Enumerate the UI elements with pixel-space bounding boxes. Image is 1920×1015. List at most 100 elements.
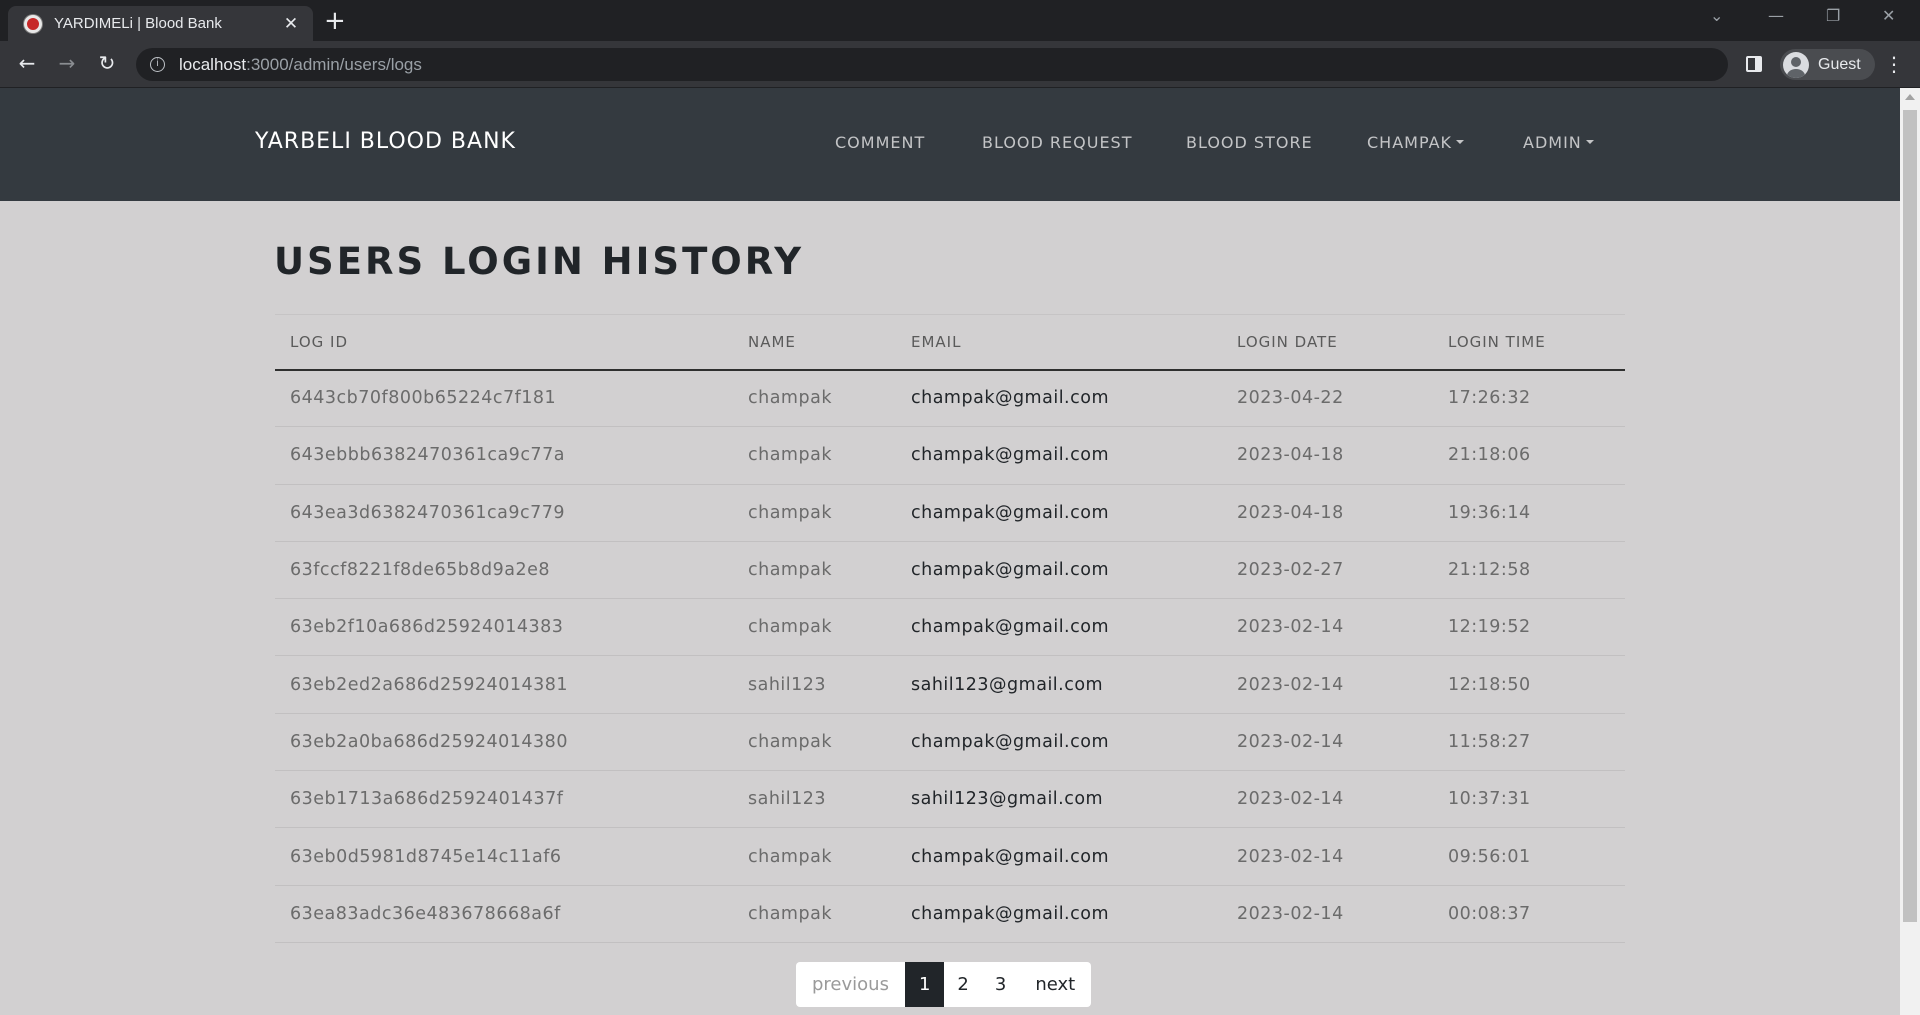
table-row: 63ea83adc36e483678668a6f champak champak… (275, 885, 1625, 943)
table-row: 643ea3d6382470361ca9c779 champak champak… (275, 484, 1625, 542)
page-1-button[interactable]: 1 (904, 962, 945, 1007)
profile-label: Guest (1818, 55, 1861, 73)
table-row: 63eb0d5981d8745e14c11af6 champak champak… (275, 827, 1625, 886)
side-panel-icon[interactable] (1746, 56, 1762, 72)
cell-login-date: 2023-02-14 (1222, 655, 1433, 714)
table-row: 63eb2a0ba686d25924014380 champak champak… (275, 713, 1625, 772)
browser-tab[interactable]: YARDIMELi | Blood Bank ✕ (8, 6, 313, 41)
cell-login-time: 21:18:06 (1433, 426, 1625, 485)
cell-name: sahil123 (733, 655, 896, 714)
cell-name: sahil123 (733, 770, 896, 829)
cell-log-id: 63eb0d5981d8745e14c11af6 (275, 827, 733, 886)
site-navbar: YARBELI BLOOD BANK COMMENT BLOOD REQUEST… (0, 88, 1900, 201)
cell-login-time: 12:19:52 (1433, 598, 1625, 657)
cell-email: champak@gmail.com (896, 713, 1222, 772)
table-row: 6443cb70f800b65224c7f181 champak champak… (275, 369, 1625, 428)
login-history-table: LOG ID NAME EMAIL LOGIN DATE LOGIN TIME … (275, 314, 1625, 943)
cell-login-time: 10:37:31 (1433, 770, 1625, 829)
header-email: EMAIL (896, 314, 1222, 371)
cell-name: champak (733, 541, 896, 600)
back-icon[interactable]: ← (14, 51, 40, 75)
header-login-date: LOGIN DATE (1222, 314, 1433, 371)
cell-login-date: 2023-02-14 (1222, 598, 1433, 657)
header-name: NAME (733, 314, 896, 371)
page-3-button[interactable]: 3 (982, 962, 1019, 1007)
restore-icon[interactable]: ❐ (1826, 6, 1840, 25)
scroll-up-icon[interactable] (1905, 94, 1915, 100)
cell-name: champak (733, 827, 896, 886)
cell-name: champak (733, 885, 896, 943)
cell-login-time: 17:26:32 (1433, 369, 1625, 428)
cell-login-time: 00:08:37 (1433, 885, 1625, 943)
cell-log-id: 63eb2a0ba686d25924014380 (275, 713, 733, 772)
caret-down-icon (1456, 140, 1465, 144)
profile-button[interactable]: Guest (1780, 49, 1875, 80)
address-bar[interactable]: i localhost:3000/admin/users/logs (136, 48, 1728, 81)
table-row: 63fccf8221f8de65b8d9a2e8 champak champak… (275, 541, 1625, 600)
cell-email: sahil123@gmail.com (896, 770, 1222, 829)
cell-email: champak@gmail.com (896, 426, 1222, 485)
cell-login-date: 2023-04-18 (1222, 484, 1433, 542)
cell-log-id: 63ea83adc36e483678668a6f (275, 885, 733, 943)
brand-logo[interactable]: YARBELI BLOOD BANK (255, 129, 516, 154)
cell-log-id: 6443cb70f800b65224c7f181 (275, 369, 733, 428)
cell-login-time: 21:12:58 (1433, 541, 1625, 600)
favicon-icon (24, 14, 42, 33)
nav-comment[interactable]: COMMENT (835, 133, 925, 152)
cell-email: champak@gmail.com (896, 885, 1222, 943)
table-row: 63eb2ed2a686d25924014381 sahil123 sahil1… (275, 655, 1625, 714)
previous-page-button[interactable]: previous (796, 962, 905, 1007)
next-page-button[interactable]: next (1019, 962, 1091, 1007)
window-close-icon[interactable]: ✕ (1882, 6, 1895, 25)
cell-login-date: 2023-02-14 (1222, 713, 1433, 772)
cell-email: champak@gmail.com (896, 369, 1222, 428)
nav-blood-store[interactable]: BLOOD STORE (1186, 133, 1313, 152)
cell-name: champak (733, 426, 896, 485)
tab-title: YARDIMELi | Blood Bank (54, 15, 222, 32)
cell-login-date: 2023-02-14 (1222, 770, 1433, 829)
avatar-icon (1783, 51, 1809, 78)
vertical-scrollbar[interactable] (1900, 88, 1920, 1015)
more-menu-icon[interactable]: ⋮ (1884, 52, 1904, 76)
tab-search-icon[interactable]: ⌄ (1710, 6, 1723, 25)
cell-login-date: 2023-02-27 (1222, 541, 1433, 600)
nav-admin-dropdown[interactable]: ADMIN (1523, 133, 1594, 152)
cell-login-time: 12:18:50 (1433, 655, 1625, 714)
browser-toolbar: ← → ↻ i localhost:3000/admin/users/logs … (0, 41, 1920, 88)
page-2-button[interactable]: 2 (944, 962, 981, 1007)
cell-name: champak (733, 369, 896, 428)
cell-log-id: 63fccf8221f8de65b8d9a2e8 (275, 541, 733, 600)
cell-login-time: 19:36:14 (1433, 484, 1625, 542)
site-info-icon[interactable]: i (150, 57, 165, 72)
nav-blood-request[interactable]: BLOOD REQUEST (982, 133, 1132, 152)
header-login-time: LOGIN TIME (1433, 314, 1625, 371)
forward-icon[interactable]: → (54, 51, 80, 75)
caret-down-icon (1585, 140, 1594, 144)
cell-login-time: 09:56:01 (1433, 827, 1625, 886)
cell-login-date: 2023-04-18 (1222, 426, 1433, 485)
cell-login-date: 2023-02-14 (1222, 885, 1433, 943)
cell-log-id: 63eb1713a686d2592401437f (275, 770, 733, 829)
cell-email: champak@gmail.com (896, 827, 1222, 886)
cell-login-date: 2023-02-14 (1222, 827, 1433, 886)
minimize-icon[interactable]: — (1768, 6, 1784, 25)
reload-icon[interactable]: ↻ (94, 51, 120, 75)
pagination: previous 1 2 3 next (796, 962, 1092, 1007)
cell-email: champak@gmail.com (896, 541, 1222, 600)
cell-login-time: 11:58:27 (1433, 713, 1625, 772)
scrollbar-thumb[interactable] (1903, 110, 1917, 922)
page-title: USERS LOGIN HISTORY (274, 240, 805, 283)
cell-name: champak (733, 484, 896, 542)
cell-login-date: 2023-04-22 (1222, 369, 1433, 428)
cell-email: champak@gmail.com (896, 484, 1222, 542)
new-tab-icon[interactable]: + (324, 6, 346, 36)
cell-log-id: 643ebbb6382470361ca9c77a (275, 426, 733, 485)
cell-log-id: 63eb2ed2a686d25924014381 (275, 655, 733, 714)
cell-log-id: 63eb2f10a686d25924014383 (275, 598, 733, 657)
cell-log-id: 643ea3d6382470361ca9c779 (275, 484, 733, 542)
nav-champak-dropdown[interactable]: CHAMPAK (1367, 133, 1465, 152)
url-text[interactable]: localhost:3000/admin/users/logs (179, 55, 422, 75)
close-tab-icon[interactable]: ✕ (281, 14, 301, 34)
table-row: 63eb2f10a686d25924014383 champak champak… (275, 598, 1625, 657)
table-row: 643ebbb6382470361ca9c77a champak champak… (275, 426, 1625, 485)
